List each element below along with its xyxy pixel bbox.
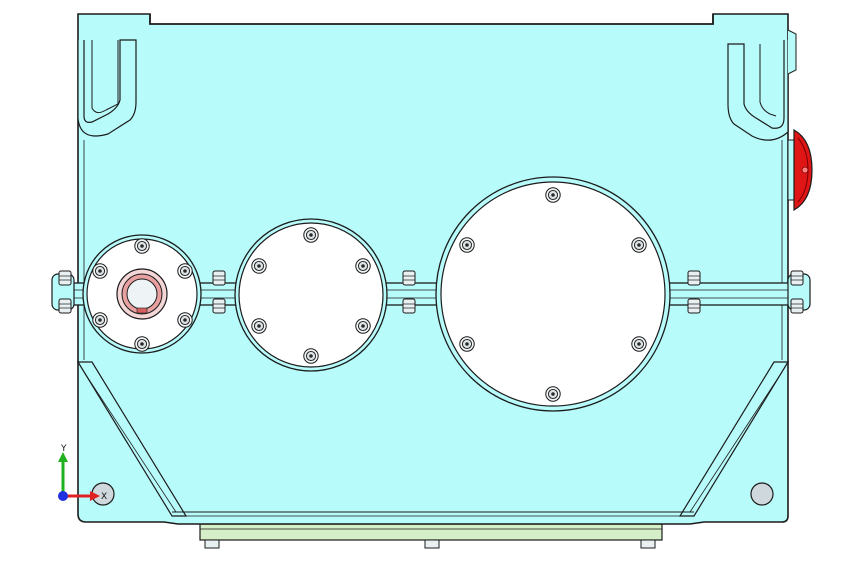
input-shaft-cover[interactable] bbox=[82, 234, 202, 354]
output-bearing-cover[interactable] bbox=[435, 176, 671, 412]
y-axis-label: Y bbox=[60, 444, 67, 454]
base-plate[interactable] bbox=[199, 523, 663, 549]
intermediate-bearing-cover[interactable] bbox=[234, 218, 388, 372]
cad-viewport[interactable]: Y X bbox=[0, 0, 867, 562]
top-right-boss bbox=[787, 29, 797, 75]
x-axis-label: X bbox=[101, 492, 107, 502]
input-shaft[interactable] bbox=[116, 268, 168, 320]
oil-plug[interactable] bbox=[787, 128, 813, 212]
z-axis-origin bbox=[58, 491, 68, 501]
